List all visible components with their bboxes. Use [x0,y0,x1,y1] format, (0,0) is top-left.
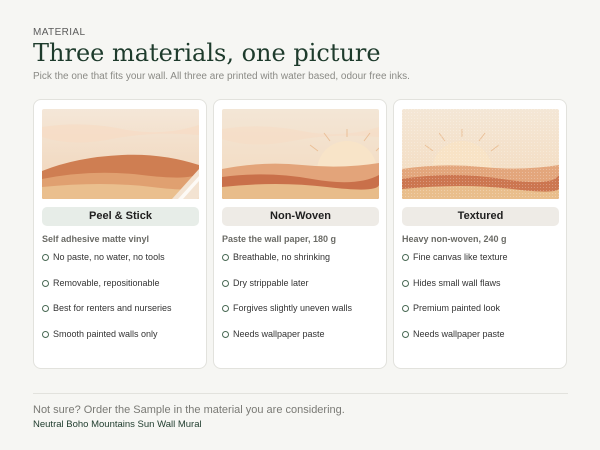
feature-item: Breathable, no shrinking [222,252,352,278]
product-name: Neutral Boho Mountains Sun Wall Mural [33,419,202,430]
bullet-icon [42,279,49,287]
mountain-mural-thumbnail [42,109,199,199]
feature-item: Fine canvas like texture [402,252,508,278]
feature-item: Best for renters and nurseries [42,303,172,329]
material-name-pill: Non-Woven [222,207,379,226]
feature-list: No paste, no water, no tools Removable, … [42,252,172,354]
feature-list: Breathable, no shrinking Dry strippable … [222,252,352,354]
material-card-textured[interactable]: Textured Heavy non-woven, 240 g Fine can… [393,99,567,369]
mountain-sun-mural-thumbnail [222,109,379,199]
feature-item: No paste, no water, no tools [42,252,172,278]
bullet-icon [402,279,409,287]
material-card-peel-and-stick[interactable]: Peel & Stick Self adhesive matte vinyl N… [33,99,207,369]
material-preview-image [42,109,199,199]
feature-item: Smooth painted walls only [42,329,172,355]
bullet-icon [222,330,229,338]
section-eyebrow: MATERIAL [33,27,86,38]
material-card-non-woven[interactable]: Non-Woven Paste the wall paper, 180 g Br… [213,99,387,369]
bullet-icon [222,279,229,287]
material-preview-image [402,109,559,199]
page-title: Three materials, one picture [33,39,381,67]
material-spec: Self adhesive matte vinyl [42,234,150,244]
material-name-pill: Peel & Stick [42,207,199,226]
material-spec: Heavy non-woven, 240 g [402,234,507,244]
bullet-icon [402,254,409,261]
footer-divider [33,393,568,394]
page-subtitle: Pick the one that fits your wall. All th… [33,71,410,82]
material-spec: Paste the wall paper, 180 g [222,234,337,244]
feature-item: Premium painted look [402,303,508,329]
material-selector-page: MATERIAL Three materials, one picture Pi… [0,0,600,450]
feature-item: Dry strippable later [222,278,352,304]
bullet-icon [222,305,229,312]
mountain-sun-textured-thumbnail [402,109,559,199]
feature-list: Fine canvas like texture Hides small wal… [402,252,508,354]
bullet-icon [402,330,409,338]
feature-item: Hides small wall flaws [402,278,508,304]
bullet-icon [42,330,49,338]
bullet-icon [402,305,409,312]
sample-note: Not sure? Order the Sample in the materi… [33,404,345,416]
feature-item: Needs wallpaper paste [222,329,352,355]
bullet-icon [42,254,49,261]
feature-item: Needs wallpaper paste [402,329,508,355]
bullet-icon [42,305,49,312]
feature-item: Forgives slightly uneven walls [222,303,352,329]
material-cards: Peel & Stick Self adhesive matte vinyl N… [33,99,568,369]
feature-item: Removable, repositionable [42,278,172,304]
bullet-icon [222,254,229,261]
material-name-pill: Textured [402,207,559,226]
material-preview-image [222,109,379,199]
